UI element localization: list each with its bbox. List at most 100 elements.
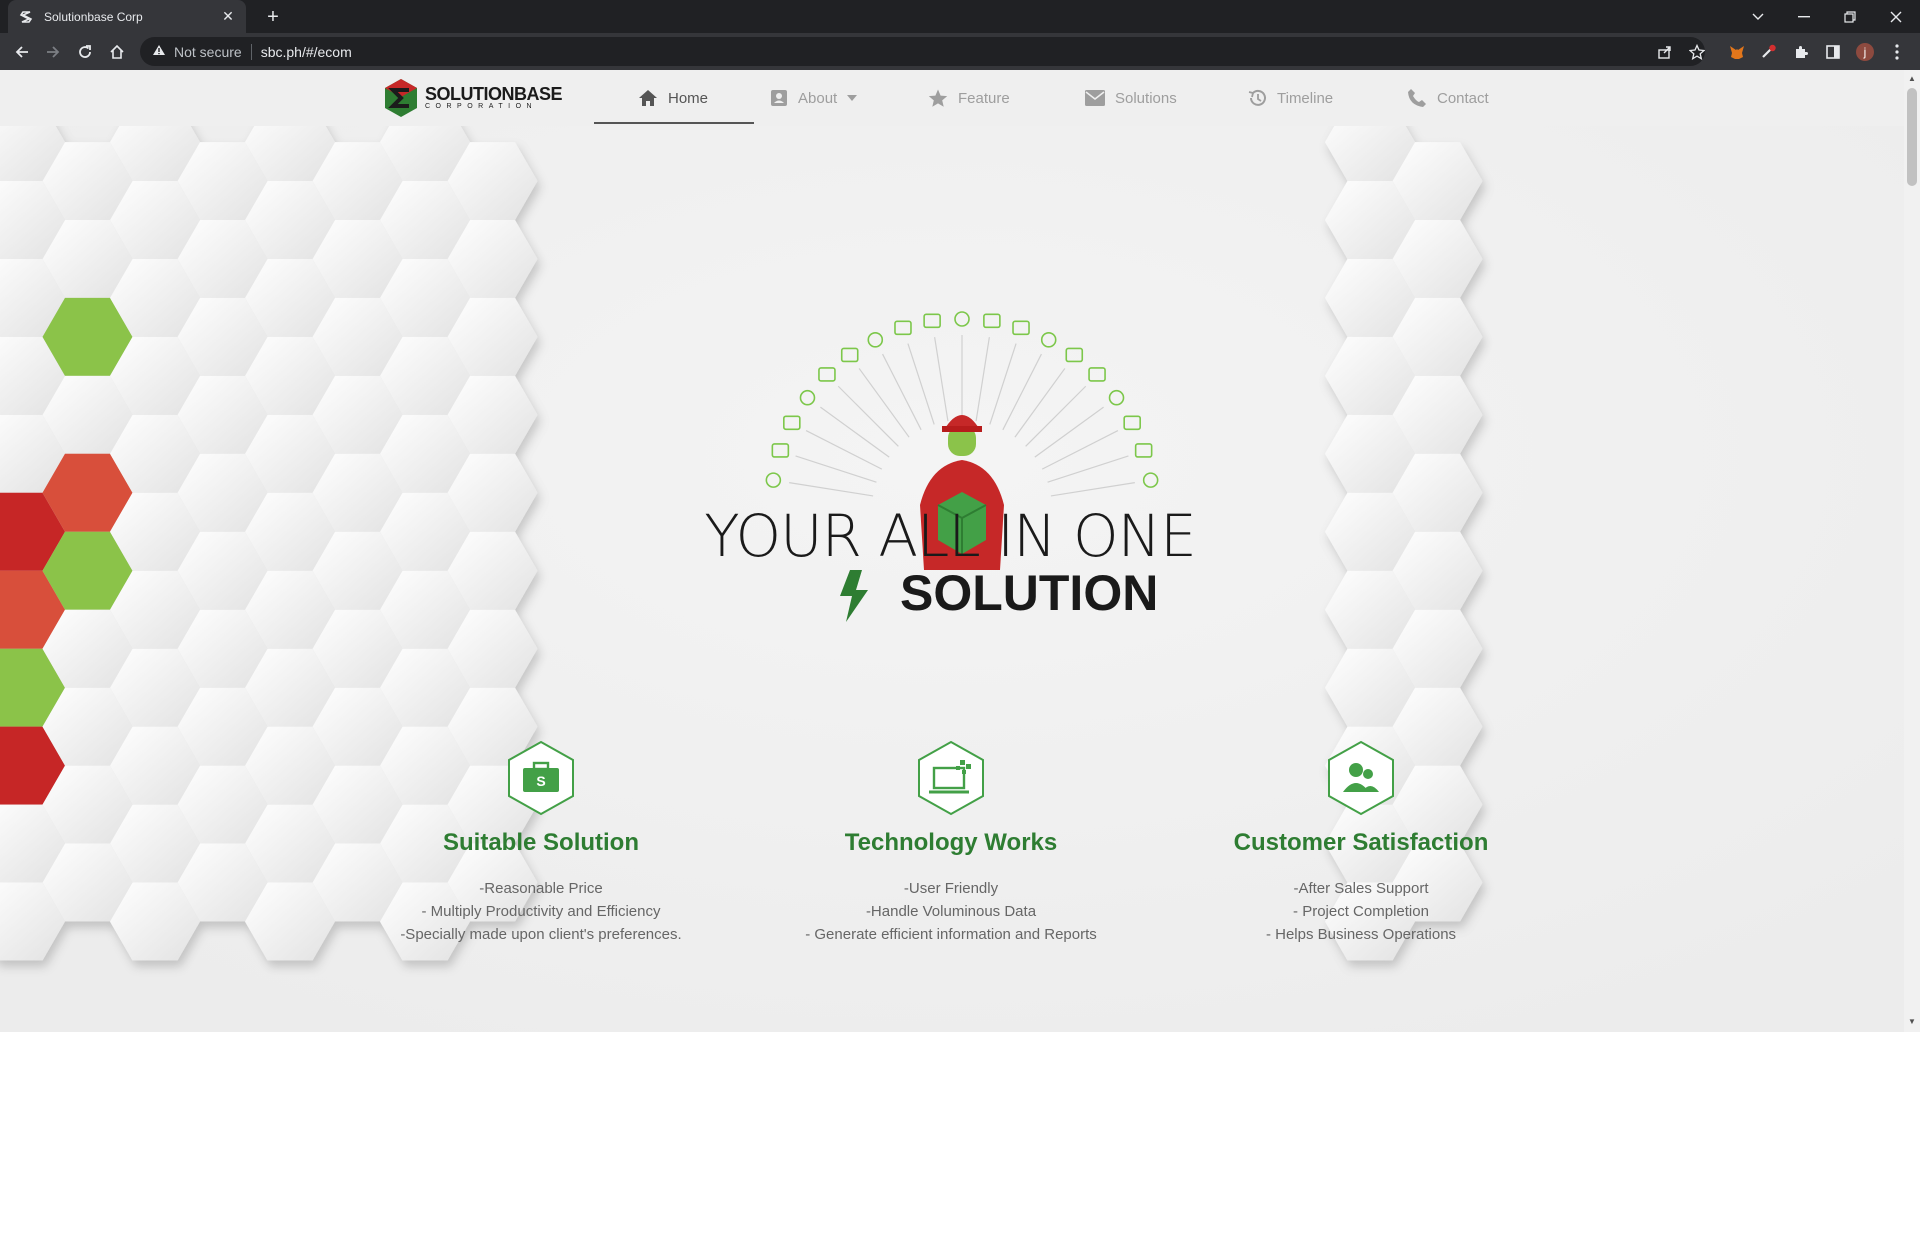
metamask-extension-icon[interactable] bbox=[1727, 42, 1747, 62]
bookmark-star-icon[interactable] bbox=[1688, 43, 1706, 61]
commerce-glyph-icon bbox=[894, 320, 912, 336]
browser-tab-strip: Solutionbase Corp ✕ + bbox=[0, 0, 1920, 33]
address-bar[interactable]: Not secure sbc.ph/#/ecom bbox=[140, 37, 1705, 66]
lightning-bolt-icon bbox=[840, 570, 868, 622]
hero-ray bbox=[1034, 406, 1104, 458]
hero-ray bbox=[837, 385, 899, 447]
hero-ray bbox=[1025, 385, 1087, 447]
tab-close-icon[interactable]: ✕ bbox=[220, 8, 236, 25]
forward-arrow-icon[interactable] bbox=[40, 39, 66, 65]
nav-solutions[interactable]: Solutions bbox=[1085, 70, 1177, 126]
commerce-glyph-icon bbox=[923, 313, 941, 329]
hero-ray bbox=[1014, 368, 1066, 438]
site-favicon-icon bbox=[18, 9, 34, 25]
nav-feature[interactable]: Feature bbox=[928, 70, 1010, 126]
feature-title: Suitable Solution bbox=[443, 829, 639, 856]
new-tab-button[interactable]: + bbox=[260, 4, 286, 30]
nav-contact[interactable]: Contact bbox=[1407, 70, 1489, 126]
page-scrollbar[interactable]: ▲ ▼ bbox=[1904, 70, 1920, 1032]
chevron-down-icon bbox=[847, 95, 858, 101]
feature-suitable-solution: S Suitable Solution -Reasonable Price - … bbox=[341, 740, 741, 946]
feature-line: -Handle Voluminous Data bbox=[865, 903, 1037, 920]
commerce-glyph-icon bbox=[1123, 415, 1141, 431]
browser-menu-icon[interactable] bbox=[1887, 42, 1907, 62]
commerce-glyph-icon bbox=[1088, 367, 1106, 382]
page-viewport: SOLUTIONBASE CORPORATION Home About Feat… bbox=[0, 70, 1920, 1032]
back-arrow-icon[interactable] bbox=[9, 39, 35, 65]
hero-ray bbox=[1050, 482, 1135, 497]
star-icon bbox=[928, 89, 948, 107]
tab-title: Solutionbase Corp bbox=[44, 9, 143, 24]
url-text[interactable]: sbc.ph/#/ecom bbox=[261, 44, 352, 60]
tab-search-icon[interactable] bbox=[1735, 0, 1781, 33]
commerce-glyph-icon bbox=[954, 311, 970, 327]
nav-about[interactable]: About bbox=[770, 70, 867, 126]
share-icon[interactable] bbox=[1656, 43, 1674, 61]
history-icon bbox=[1248, 89, 1266, 106]
commerce-glyph-icon bbox=[799, 389, 816, 406]
phone-icon bbox=[1408, 89, 1426, 107]
omnibox-separator bbox=[250, 43, 252, 60]
solutionbase-logo[interactable]: SOLUTIONBASE CORPORATION bbox=[383, 76, 563, 120]
commerce-glyph-icon bbox=[867, 332, 884, 348]
contact-card-icon bbox=[771, 90, 787, 106]
commerce-glyph-icon bbox=[1142, 472, 1159, 488]
feature-title: Technology Works bbox=[844, 829, 1058, 856]
red-extension-icon[interactable] bbox=[1759, 42, 1779, 62]
security-label[interactable]: Not secure bbox=[174, 44, 242, 60]
feature-customer-satisfaction: Customer Satisfaction -After Sales Suppo… bbox=[1161, 740, 1561, 946]
nav-home[interactable]: Home bbox=[638, 70, 708, 126]
profile-avatar[interactable]: j bbox=[1855, 42, 1875, 62]
commerce-glyph-icon bbox=[818, 367, 836, 382]
hero-subheadline: SOLUTION bbox=[900, 565, 1159, 621]
active-tab-indicator bbox=[594, 122, 754, 124]
reload-icon[interactable] bbox=[72, 39, 98, 65]
feature-line: - Multiply Productivity and Efficiency bbox=[421, 903, 661, 920]
logo-brand-text: SOLUTIONBASE bbox=[425, 84, 563, 104]
extensions-puzzle-icon[interactable] bbox=[1791, 42, 1811, 62]
restore-button[interactable] bbox=[1827, 0, 1873, 33]
minimize-button[interactable] bbox=[1781, 0, 1827, 33]
commerce-glyph-icon bbox=[771, 443, 790, 458]
browser-tab[interactable]: Solutionbase Corp ✕ bbox=[8, 0, 246, 33]
commerce-glyph-icon bbox=[840, 347, 859, 363]
svg-text:S: S bbox=[536, 773, 545, 789]
hero-ray bbox=[934, 337, 949, 422]
commerce-glyph-icon bbox=[1134, 443, 1153, 458]
scroll-down-arrow-icon[interactable]: ▼ bbox=[1908, 1018, 1916, 1026]
feature-line: -Specially made upon client's preference… bbox=[400, 926, 682, 943]
site-navbar: SOLUTIONBASE CORPORATION Home About Feat… bbox=[0, 70, 1904, 126]
money-briefcase-icon: S bbox=[508, 740, 574, 816]
hero-ray bbox=[820, 406, 890, 458]
nav-contact-label: Contact bbox=[1437, 89, 1489, 107]
profile-initial: j bbox=[1863, 45, 1867, 59]
feature-technology-works: Technology Works -User Friendly -Handle … bbox=[751, 740, 1151, 946]
logo-sub-text: CORPORATION bbox=[425, 103, 538, 110]
envelope-icon bbox=[1085, 90, 1105, 106]
hero-ray bbox=[789, 482, 874, 497]
hero-headline: YOUR ALL IN ONE bbox=[704, 502, 1196, 570]
commerce-glyph-icon bbox=[1012, 320, 1030, 336]
warning-triangle-icon bbox=[152, 44, 166, 59]
nav-feature-label: Feature bbox=[958, 89, 1010, 107]
scrollbar-thumb[interactable] bbox=[1907, 88, 1917, 186]
home-icon bbox=[639, 90, 657, 106]
side-panel-icon[interactable] bbox=[1823, 42, 1843, 62]
commerce-glyph-icon bbox=[983, 313, 1001, 329]
customer-heart-icon bbox=[1328, 740, 1394, 816]
commerce-glyph-icon bbox=[783, 415, 801, 431]
laptop-data-icon bbox=[918, 740, 984, 816]
feature-line: -After Sales Support bbox=[1293, 880, 1429, 897]
close-window-button[interactable] bbox=[1873, 0, 1919, 33]
nav-timeline-label: Timeline bbox=[1277, 89, 1334, 107]
nav-home-label: Home bbox=[668, 89, 709, 107]
feature-line: -User Friendly bbox=[903, 880, 999, 897]
nav-about-label: About bbox=[798, 89, 838, 107]
hero-ray bbox=[858, 368, 910, 438]
commerce-glyph-icon bbox=[1040, 332, 1057, 348]
nav-timeline[interactable]: Timeline bbox=[1247, 70, 1333, 126]
scroll-up-arrow-icon[interactable]: ▲ bbox=[1908, 75, 1916, 83]
home-icon[interactable] bbox=[104, 39, 130, 65]
commerce-glyph-icon bbox=[1065, 347, 1084, 363]
feature-line: -Reasonable Price bbox=[479, 880, 603, 897]
